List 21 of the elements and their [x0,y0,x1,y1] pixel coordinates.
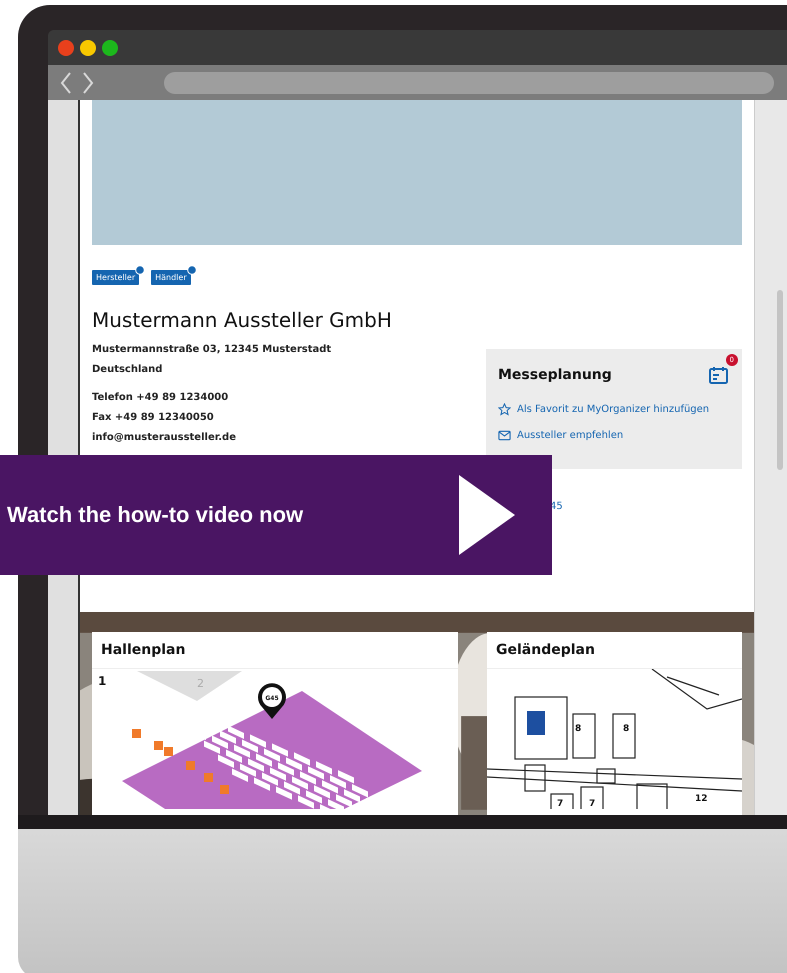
card-title: Hallenplan [92,632,458,669]
hall-number: 7 [557,799,564,809]
video-banner[interactable]: Watch the how-to video now [0,455,552,575]
hall-number: 8 [575,724,582,734]
action-link[interactable]: Als Favorit zu MyOrganizer hinzufügen [517,404,710,415]
category-tag[interactable]: Hersteller [92,270,140,285]
panel-title: Messeplanung [498,367,612,383]
card-title: Geländeplan [487,632,742,669]
hall-number: 12 [695,794,708,804]
contact-line: info@musteraussteller.de [92,431,237,445]
contact-line: Telefon +49 89 1234000 [92,391,230,405]
hall-number: 1 [98,674,106,688]
company-name: Mustermann Aussteller GmbH [92,308,393,332]
contact-line: Fax +49 89 12340050 [92,411,215,425]
hall-number: 7 [589,799,596,809]
address-line: Deutschland [92,363,164,377]
banner-text: Watch the how-to video now [7,502,304,528]
hall-number: 8 [623,724,630,734]
action-link[interactable]: Aussteller empfehlen [517,430,624,441]
address-line: Mustermannstraße 03, 12345 Musterstadt [92,343,332,357]
category-tag[interactable]: Händler [151,270,191,285]
